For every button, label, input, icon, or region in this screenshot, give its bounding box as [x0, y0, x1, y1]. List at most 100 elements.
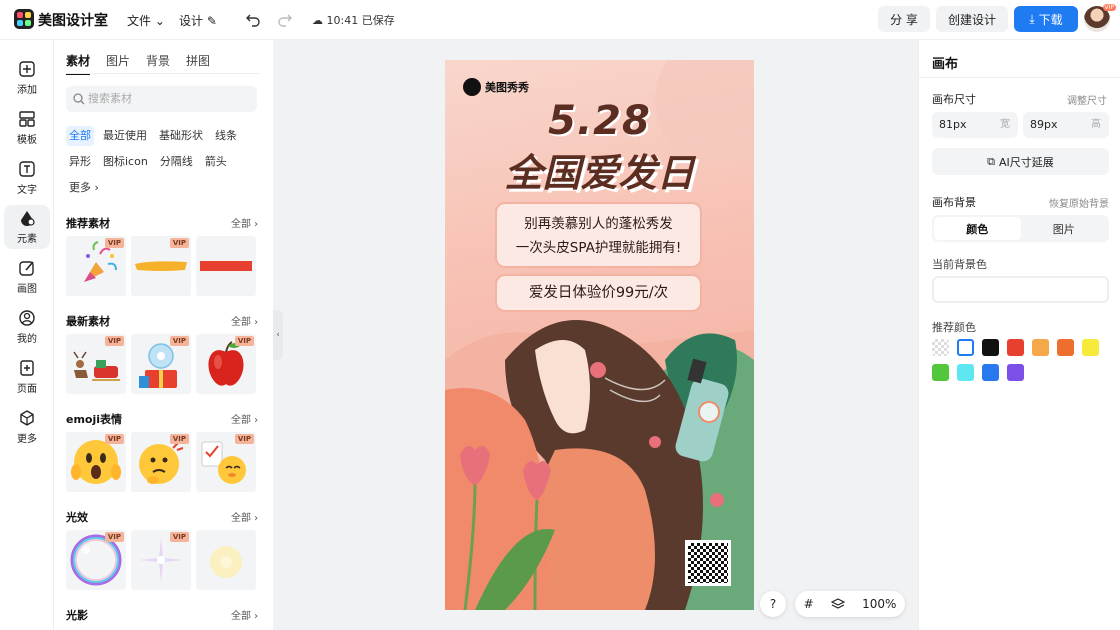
tab-backgrounds[interactable]: 背景: [146, 52, 170, 75]
asset-reindeer-sleigh[interactable]: VIP: [66, 334, 126, 394]
see-all-recommended[interactable]: 全部 ›: [231, 215, 258, 230]
rail-more[interactable]: 更多: [4, 405, 50, 449]
left-rail: 添加 模板 文字 元素 画图 我的 页面 更多: [0, 40, 54, 630]
tab-materials[interactable]: 素材: [66, 52, 91, 75]
color-swatch[interactable]: [1057, 339, 1074, 356]
chip-dividers[interactable]: 分隔线: [157, 152, 196, 172]
bg-mode-color[interactable]: 颜色: [934, 217, 1021, 240]
vip-badge: VIP: [1102, 4, 1116, 11]
color-swatch[interactable]: [957, 364, 974, 381]
color-swatch[interactable]: [982, 364, 999, 381]
rail-add-label: 添加: [17, 85, 37, 96]
asset-panel: 素材 图片 背景 拼图 搜索素材 全部 最近使用 基础形状 线条 异形 图标ic…: [54, 40, 273, 630]
vip-badge: VIP: [234, 336, 254, 346]
add-icon: [19, 61, 35, 77]
grid-icon[interactable]: #: [804, 597, 814, 611]
asset-red-apple[interactable]: VIP: [196, 334, 256, 394]
design-menu[interactable]: 设计 ✎: [179, 12, 217, 29]
tab-images[interactable]: 图片: [106, 52, 130, 75]
app-logo-icon[interactable]: [14, 9, 34, 29]
rail-text[interactable]: 文字: [4, 156, 50, 200]
chip-irregular[interactable]: 异形: [66, 152, 94, 172]
see-all-latest[interactable]: 全部 ›: [231, 313, 258, 328]
section-title-recommended: 推荐素材: [66, 217, 110, 230]
chip-shapes[interactable]: 基础形状: [156, 126, 206, 146]
search-input[interactable]: 搜索素材: [66, 86, 257, 112]
help-button[interactable]: ?: [760, 591, 786, 617]
create-design-button[interactable]: 创建设计: [936, 6, 1008, 32]
chip-icons[interactable]: 图标icon: [100, 152, 151, 172]
share-button[interactable]: 分 享: [878, 6, 930, 32]
asset-bubble[interactable]: VIP: [66, 530, 126, 590]
poster-canvas[interactable]: 美图秀秀 5.28 全国爱发日 别再羡慕别人的蓬松秀发 一次头皮SPA护理就能拥…: [445, 60, 754, 610]
rail-mine[interactable]: 我的: [4, 305, 50, 349]
tab-collage[interactable]: 拼图: [186, 52, 210, 75]
asset-emoji-checklist[interactable]: VIP: [196, 432, 256, 492]
poster-headline[interactable]: 全国爱发日: [445, 142, 754, 197]
undo-icon[interactable]: [244, 11, 262, 29]
see-all-emoji[interactable]: 全部 ›: [231, 411, 258, 426]
rail-element[interactable]: 元素: [4, 205, 50, 249]
recommended-colors-label: 推荐颜色: [932, 321, 976, 334]
chip-arrows[interactable]: 箭头: [202, 152, 230, 172]
asset-glow[interactable]: [196, 530, 256, 590]
avatar[interactable]: VIP: [1084, 4, 1116, 32]
color-swatch[interactable]: [1007, 364, 1024, 381]
chip-more-label: 更多: [69, 181, 91, 194]
rail-page[interactable]: 页面: [4, 355, 50, 399]
chip-lines[interactable]: 线条: [212, 126, 240, 146]
color-swatch[interactable]: [1082, 339, 1099, 356]
app-title[interactable]: 美图设计室: [38, 10, 108, 30]
color-swatch[interactable]: [1032, 339, 1049, 356]
chip-all[interactable]: 全部: [66, 126, 94, 146]
resize-link[interactable]: 调整尺寸: [1067, 92, 1107, 107]
vip-badge: VIP: [234, 434, 254, 444]
canvas-toolbar: # 100%: [795, 591, 905, 617]
see-all-light-effects[interactable]: 全部 ›: [231, 509, 258, 524]
poster-brand[interactable]: 美图秀秀: [463, 78, 529, 96]
rail-more-label: 更多: [17, 434, 37, 445]
redo-icon[interactable]: [276, 11, 294, 29]
rail-template[interactable]: 模板: [4, 106, 50, 150]
brand-logo-icon: [463, 78, 481, 96]
width-field[interactable]: 81px 宽: [932, 112, 1018, 138]
color-swatch[interactable]: [932, 364, 949, 381]
asset-emoji-scared[interactable]: VIP: [66, 432, 126, 492]
draw-icon: [19, 261, 34, 276]
chevron-down-icon: ⌄: [154, 14, 165, 28]
chip-recent[interactable]: 最近使用: [100, 126, 150, 146]
see-all-label: 全部: [231, 415, 251, 426]
layers-icon[interactable]: [830, 597, 845, 611]
asset-party-popper[interactable]: VIP: [66, 236, 126, 296]
poster-message-card[interactable]: 别再羡慕别人的蓬松秀发 一次头皮SPA护理就能拥有!: [495, 202, 702, 268]
bg-mode-image[interactable]: 图片: [1021, 217, 1108, 240]
poster-price-card[interactable]: 爱发日体验价99元/次: [495, 274, 702, 312]
asset-brush-stroke[interactable]: VIP: [131, 236, 191, 296]
color-swatch[interactable]: [932, 339, 949, 356]
see-all-shadows[interactable]: 全部 ›: [231, 607, 258, 622]
rail-add[interactable]: 添加: [4, 56, 50, 100]
asset-red-bar[interactable]: [196, 236, 256, 296]
qr-code[interactable]: [685, 540, 731, 586]
current-bg-swatch[interactable]: [932, 276, 1109, 303]
rail-draw[interactable]: 画图: [4, 255, 50, 299]
zoom-level[interactable]: 100%: [862, 597, 896, 611]
rail-template-label: 模板: [17, 135, 37, 146]
color-swatch[interactable]: [1007, 339, 1024, 356]
height-field[interactable]: 89px 高: [1023, 112, 1109, 138]
poster-date[interactable]: 5.28: [445, 98, 754, 144]
restore-bg-link[interactable]: 恢复原始背景: [1049, 195, 1109, 210]
asset-emoji-thinking[interactable]: VIP: [131, 432, 191, 492]
asset-sparkle[interactable]: VIP: [131, 530, 191, 590]
collapse-panel-handle[interactable]: ‹: [273, 310, 283, 360]
file-menu[interactable]: 文件 ⌄: [127, 12, 165, 29]
ai-extend-button[interactable]: ⧉ AI尺寸延展: [932, 148, 1109, 175]
asset-snow-globe-gifts[interactable]: VIP: [131, 334, 191, 394]
qr-pattern: [688, 543, 728, 583]
download-button[interactable]: ⤓ 下载: [1014, 6, 1078, 32]
see-all-label: 全部: [231, 513, 251, 524]
color-swatch[interactable]: [982, 339, 999, 356]
color-swatch[interactable]: [957, 339, 974, 356]
chip-more[interactable]: 更多 ›: [66, 178, 102, 198]
rail-text-label: 文字: [17, 185, 37, 196]
